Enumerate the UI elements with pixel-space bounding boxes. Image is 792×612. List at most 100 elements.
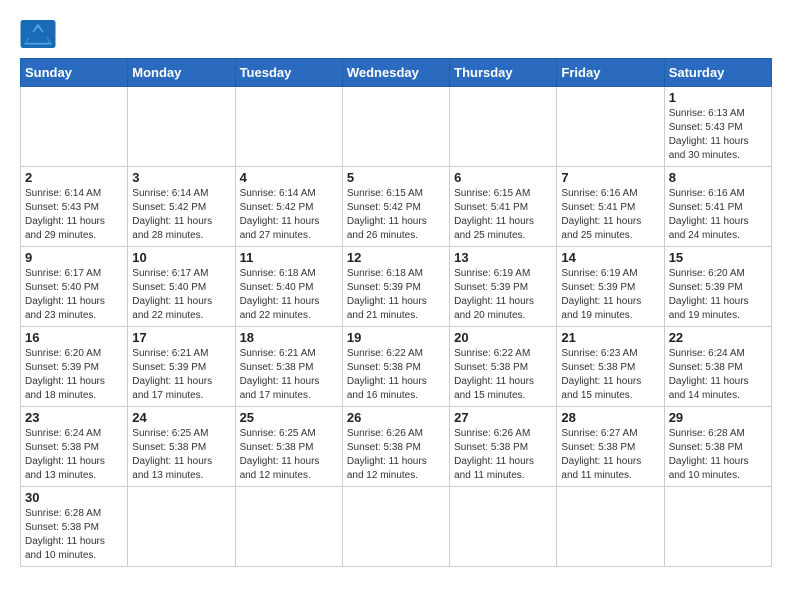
header [20,20,772,48]
calendar-cell: 16 Sunrise: 6:20 AM Sunset: 5:39 PM Dayli… [21,327,128,407]
calendar-table: SundayMondayTuesdayWednesdayThursdayFrid… [20,58,772,567]
calendar-cell: 6 Sunrise: 6:15 AM Sunset: 5:41 PM Daylig… [450,167,557,247]
calendar-cell: 9 Sunrise: 6:17 AM Sunset: 5:40 PM Daylig… [21,247,128,327]
weekday-header-friday: Friday [557,59,664,87]
day-info: Sunrise: 6:25 AM Sunset: 5:38 PM Dayligh… [240,427,338,483]
calendar-cell: 17Sunrise: 6:21 AM Sunset: 5:39 PM Dayli… [128,327,235,407]
day-info: Sunrise: 6:22 AM Sunset: 5:38 PM Dayligh… [454,347,552,403]
day-number: 29 [669,410,767,425]
day-number: 7 [561,170,659,185]
day-number: 10 [132,250,230,265]
day-info: Sunrise: 6:27 AM Sunset: 5:38 PM Dayligh… [561,427,659,483]
calendar-cell: 23Sunrise: 6:24 AM Sunset: 5:38 PM Dayli… [21,407,128,487]
day-number: 20 [454,330,552,345]
day-info: Sunrise: 6:19 AM Sunset: 5:39 PM Dayligh… [561,267,659,323]
weekday-header-tuesday: Tuesday [235,59,342,87]
calendar-cell [557,87,664,167]
day-number: 18 [240,330,338,345]
weekday-header-saturday: Saturday [664,59,771,87]
day-info: Sunrise: 6:25 AM Sunset: 5:38 PM Dayligh… [132,427,230,483]
calendar-cell: 13 Sunrise: 6:19 AM Sunset: 5:39 PM Dayli… [450,247,557,327]
day-info: Sunrise: 6:15 AM Sunset: 5:41 PM Dayligh… [454,187,552,243]
calendar-week-row: 1Sunrise: 6:13 AM Sunset: 5:43 PM Daylig… [21,87,772,167]
calendar-week-row: 30 Sunrise: 6:28 AM Sunset: 5:38 PM Dayli… [21,487,772,567]
day-number: 15 [669,250,767,265]
day-number: 9 [25,250,123,265]
weekday-header-thursday: Thursday [450,59,557,87]
day-number: 13 [454,250,552,265]
day-info: Sunrise: 6:15 AM Sunset: 5:42 PM Dayligh… [347,187,445,243]
day-number: 14 [561,250,659,265]
day-info: Sunrise: 6:26 AM Sunset: 5:38 PM Dayligh… [454,427,552,483]
calendar-cell [342,487,449,567]
day-info: Sunrise: 6:21 AM Sunset: 5:38 PM Dayligh… [240,347,338,403]
day-number: 3 [132,170,230,185]
calendar-cell [342,87,449,167]
day-info: Sunrise: 6:17 AM Sunset: 5:40 PM Dayligh… [132,267,230,323]
calendar-cell: 3 Sunrise: 6:14 AM Sunset: 5:42 PM Daylig… [128,167,235,247]
calendar-cell: 30 Sunrise: 6:28 AM Sunset: 5:38 PM Dayli… [21,487,128,567]
day-number: 22 [669,330,767,345]
calendar-cell: 26Sunrise: 6:26 AM Sunset: 5:38 PM Dayli… [342,407,449,487]
day-info: Sunrise: 6:14 AM Sunset: 5:43 PM Dayligh… [25,187,123,243]
day-number: 19 [347,330,445,345]
day-info: Sunrise: 6:20 AM Sunset: 5:39 PM Dayligh… [25,347,123,403]
calendar-week-row: 2 Sunrise: 6:14 AM Sunset: 5:43 PM Daylig… [21,167,772,247]
weekday-header-wednesday: Wednesday [342,59,449,87]
day-number: 16 [25,330,123,345]
day-number: 25 [240,410,338,425]
day-info: Sunrise: 6:14 AM Sunset: 5:42 PM Dayligh… [240,187,338,243]
day-info: Sunrise: 6:14 AM Sunset: 5:42 PM Dayligh… [132,187,230,243]
calendar-cell [664,487,771,567]
day-number: 12 [347,250,445,265]
day-info: Sunrise: 6:24 AM Sunset: 5:38 PM Dayligh… [25,427,123,483]
day-info: Sunrise: 6:23 AM Sunset: 5:38 PM Dayligh… [561,347,659,403]
day-info: Sunrise: 6:24 AM Sunset: 5:38 PM Dayligh… [669,347,767,403]
day-number: 21 [561,330,659,345]
calendar-cell: 19 Sunrise: 6:22 AM Sunset: 5:38 PM Dayli… [342,327,449,407]
calendar-cell: 22 Sunrise: 6:24 AM Sunset: 5:38 PM Dayli… [664,327,771,407]
calendar-cell: 12 Sunrise: 6:18 AM Sunset: 5:39 PM Dayli… [342,247,449,327]
day-number: 17 [132,330,230,345]
calendar-week-row: 9 Sunrise: 6:17 AM Sunset: 5:40 PM Daylig… [21,247,772,327]
day-info: Sunrise: 6:16 AM Sunset: 5:41 PM Dayligh… [669,187,767,243]
day-info: Sunrise: 6:18 AM Sunset: 5:40 PM Dayligh… [240,267,338,323]
day-info: Sunrise: 6:17 AM Sunset: 5:40 PM Dayligh… [25,267,123,323]
day-number: 5 [347,170,445,185]
day-info: Sunrise: 6:20 AM Sunset: 5:39 PM Dayligh… [669,267,767,323]
day-info: Sunrise: 6:16 AM Sunset: 5:41 PM Dayligh… [561,187,659,243]
calendar-cell: 21 Sunrise: 6:23 AM Sunset: 5:38 PM Dayli… [557,327,664,407]
day-info: Sunrise: 6:19 AM Sunset: 5:39 PM Dayligh… [454,267,552,323]
weekday-header-sunday: Sunday [21,59,128,87]
weekday-header-monday: Monday [128,59,235,87]
calendar-cell: 1Sunrise: 6:13 AM Sunset: 5:43 PM Daylig… [664,87,771,167]
calendar-cell [557,487,664,567]
calendar-cell: 25 Sunrise: 6:25 AM Sunset: 5:38 PM Dayli… [235,407,342,487]
day-info: Sunrise: 6:26 AM Sunset: 5:38 PM Dayligh… [347,427,445,483]
calendar-cell: 27 Sunrise: 6:26 AM Sunset: 5:38 PM Dayli… [450,407,557,487]
calendar-cell: 28 Sunrise: 6:27 AM Sunset: 5:38 PM Dayli… [557,407,664,487]
day-number: 8 [669,170,767,185]
calendar-cell [450,87,557,167]
day-number: 27 [454,410,552,425]
day-number: 2 [25,170,123,185]
day-number: 11 [240,250,338,265]
calendar-week-row: 23Sunrise: 6:24 AM Sunset: 5:38 PM Dayli… [21,407,772,487]
logo [20,20,60,48]
day-number: 6 [454,170,552,185]
logo-icon [20,20,56,48]
day-number: 28 [561,410,659,425]
calendar-cell: 29Sunrise: 6:28 AM Sunset: 5:38 PM Dayli… [664,407,771,487]
calendar-cell: 15 Sunrise: 6:20 AM Sunset: 5:39 PM Dayli… [664,247,771,327]
day-info: Sunrise: 6:18 AM Sunset: 5:39 PM Dayligh… [347,267,445,323]
day-info: Sunrise: 6:28 AM Sunset: 5:38 PM Dayligh… [25,507,123,563]
day-info: Sunrise: 6:22 AM Sunset: 5:38 PM Dayligh… [347,347,445,403]
calendar-cell [128,87,235,167]
calendar-cell: 20 Sunrise: 6:22 AM Sunset: 5:38 PM Dayli… [450,327,557,407]
calendar-cell: 8 Sunrise: 6:16 AM Sunset: 5:41 PM Daylig… [664,167,771,247]
calendar-cell: 14 Sunrise: 6:19 AM Sunset: 5:39 PM Dayli… [557,247,664,327]
day-number: 24 [132,410,230,425]
calendar-cell: 2 Sunrise: 6:14 AM Sunset: 5:43 PM Daylig… [21,167,128,247]
day-number: 30 [25,490,123,505]
day-info: Sunrise: 6:13 AM Sunset: 5:43 PM Dayligh… [669,107,767,163]
